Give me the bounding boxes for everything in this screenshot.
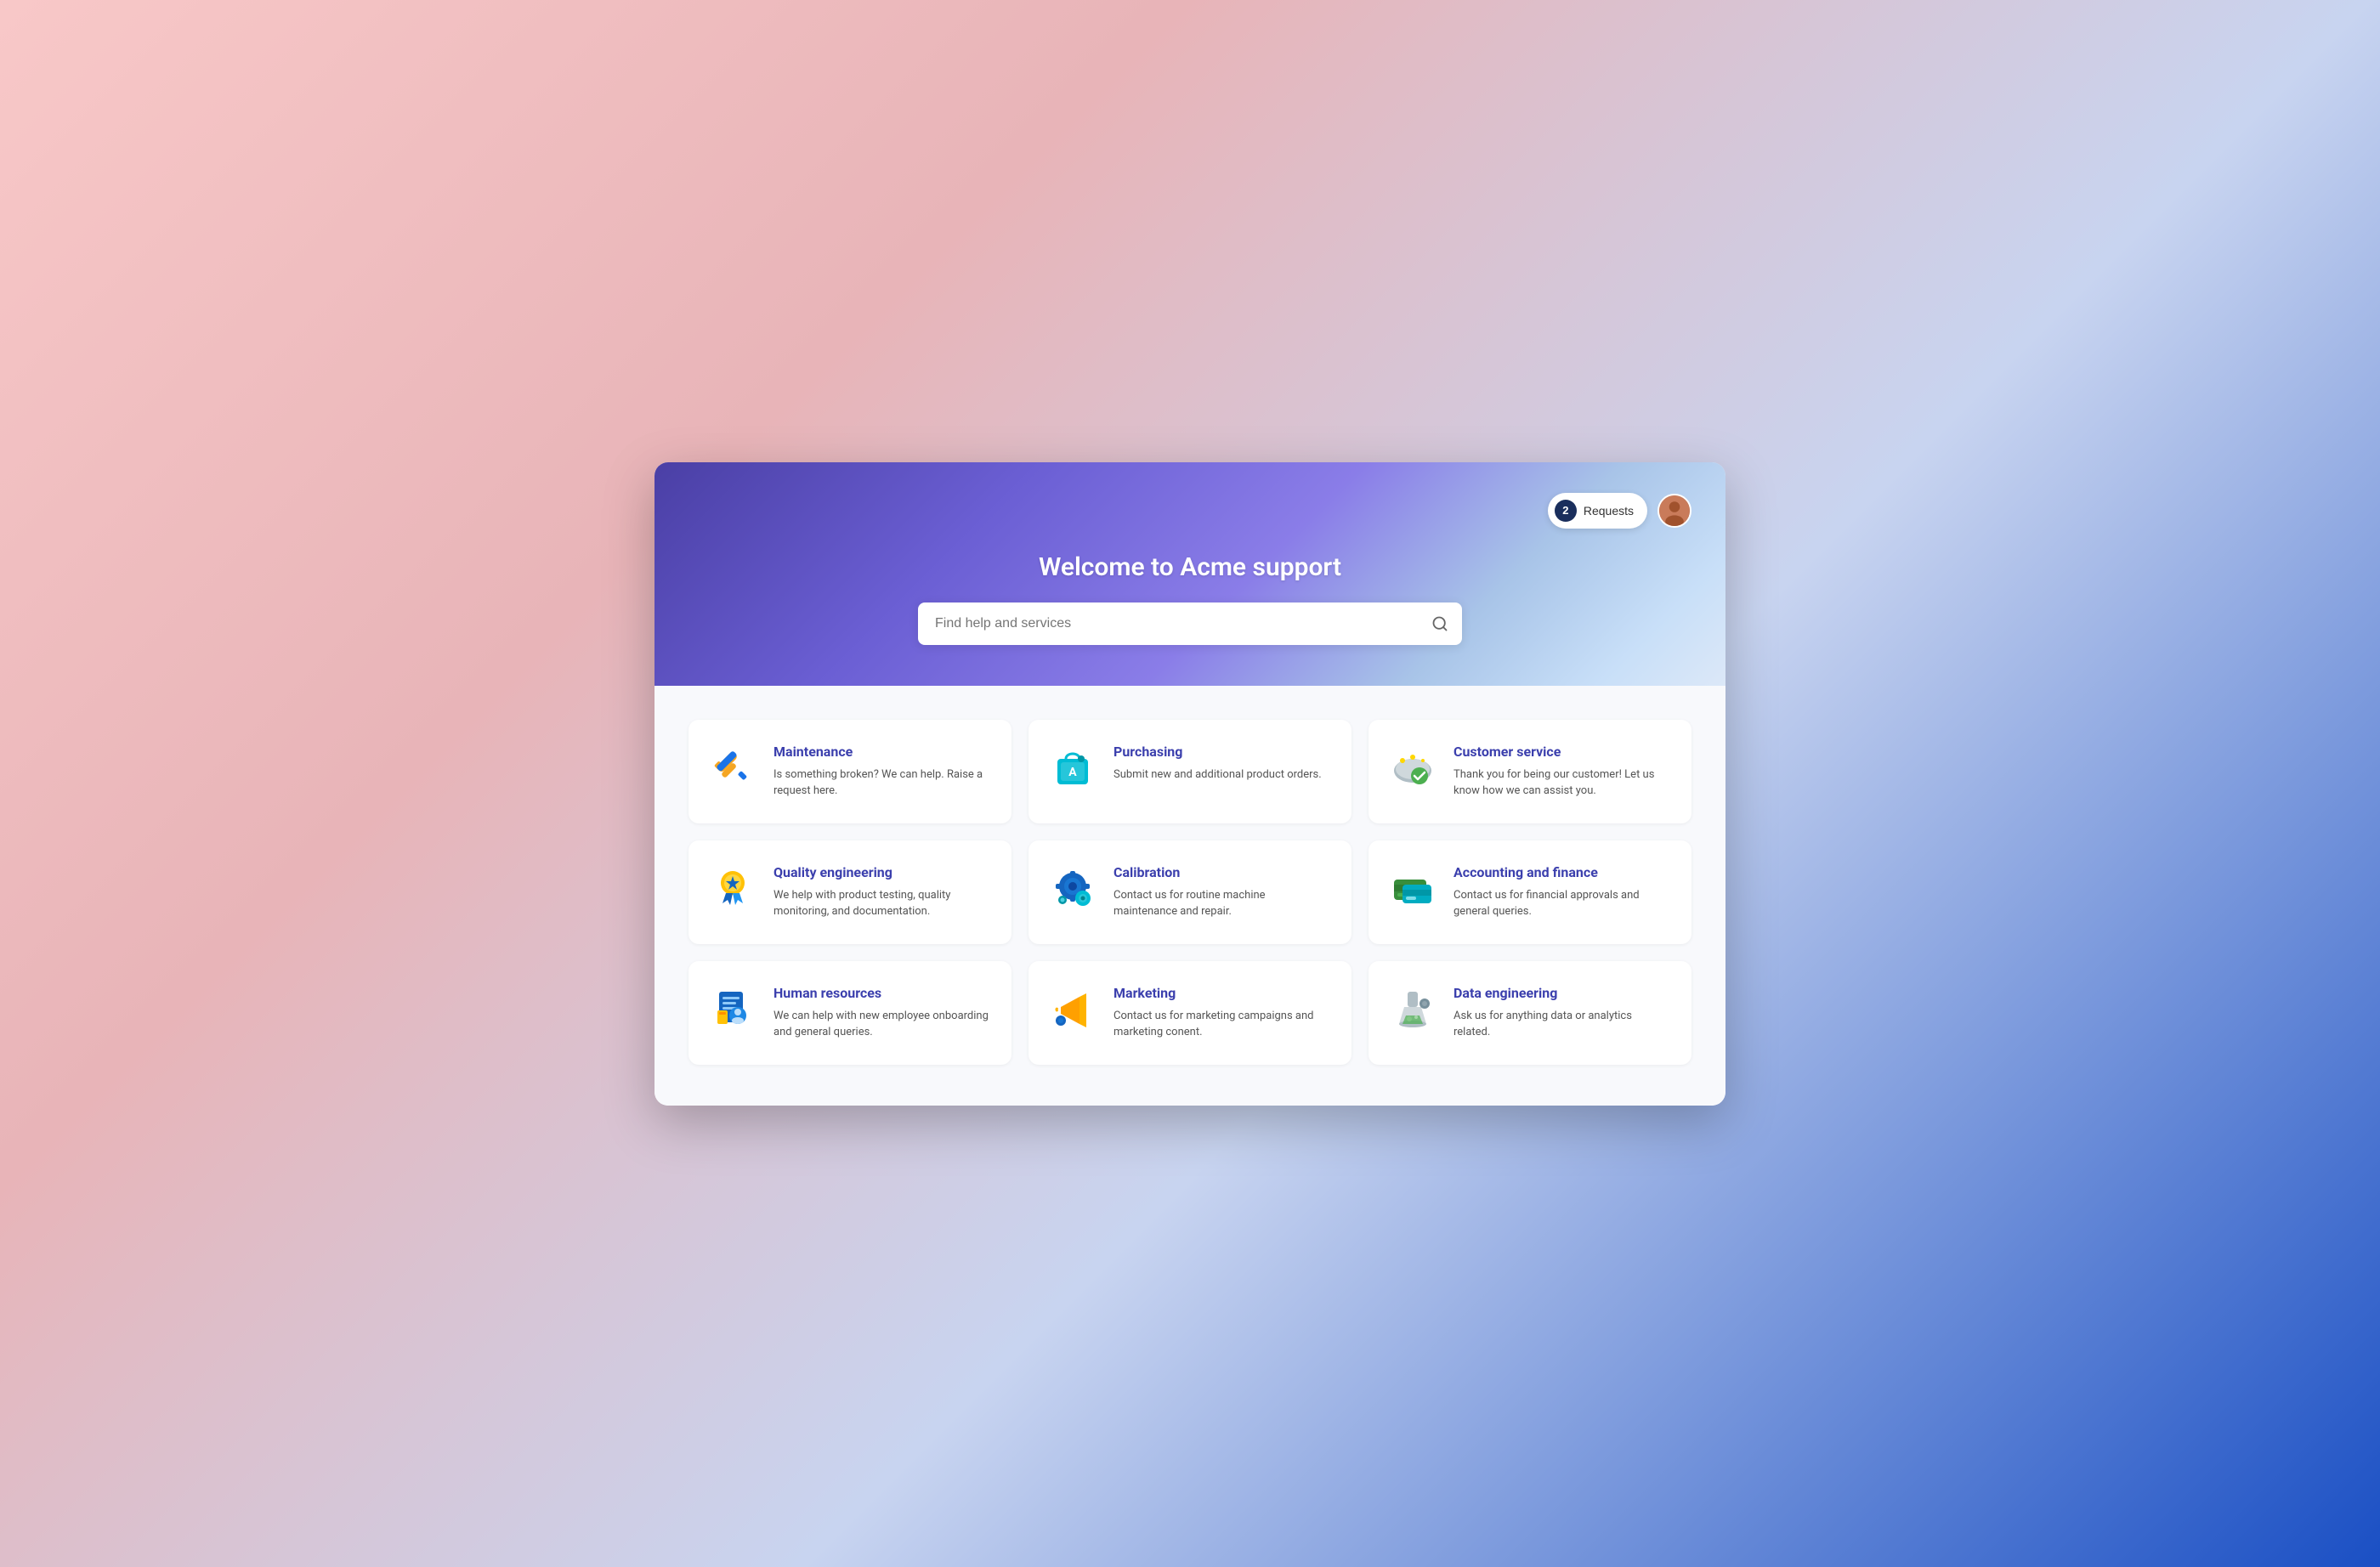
card-purchasing-desc: Submit new and additional product orders… <box>1114 767 1331 784</box>
card-accounting-finance-desc: Contact us for financial approvals and g… <box>1454 887 1671 920</box>
card-marketing-title: Marketing <box>1114 985 1331 1001</box>
accounting-icon <box>1389 864 1436 912</box>
card-calibration-content: Calibration Contact us for routine machi… <box>1114 864 1331 920</box>
hr-icon <box>709 985 756 1032</box>
requests-label: Requests <box>1584 504 1634 518</box>
data-engineering-icon <box>1389 985 1436 1032</box>
card-human-resources[interactable]: Human resources We can help with new emp… <box>688 961 1012 1065</box>
card-marketing-content: Marketing Contact us for marketing campa… <box>1114 985 1331 1041</box>
search-icon <box>1431 615 1448 632</box>
card-customer-service-desc: Thank you for being our customer! Let us… <box>1454 767 1671 800</box>
purchasing-icon: A <box>1049 744 1096 791</box>
svg-text:A: A <box>1068 766 1077 779</box>
requests-button[interactable]: 2 Requests <box>1548 493 1647 529</box>
search-button[interactable] <box>1431 615 1448 632</box>
card-customer-service-title: Customer service <box>1454 744 1671 760</box>
card-quality-engineering-title: Quality engineering <box>774 864 991 880</box>
header: 2 Requests Welcome to Acme support <box>654 462 1726 686</box>
card-quality-engineering-content: Quality engineering We help with product… <box>774 864 991 920</box>
page-title: Welcome to Acme support <box>688 552 1692 582</box>
cards-grid: Maintenance Is something broken? We can … <box>688 720 1692 1065</box>
card-marketing[interactable]: Marketing Contact us for marketing campa… <box>1028 961 1352 1065</box>
card-accounting-finance-content: Accounting and finance Contact us for fi… <box>1454 864 1671 920</box>
card-maintenance-desc: Is something broken? We can help. Raise … <box>774 767 991 800</box>
app-window: 2 Requests Welcome to Acme support <box>654 462 1726 1106</box>
card-purchasing-content: Purchasing Submit new and additional pro… <box>1114 744 1331 784</box>
card-human-resources-title: Human resources <box>774 985 991 1001</box>
card-purchasing[interactable]: A Purchasing Submit new and additional p… <box>1028 720 1352 823</box>
avatar[interactable] <box>1658 494 1692 528</box>
card-maintenance-title: Maintenance <box>774 744 991 760</box>
search-container <box>918 602 1462 645</box>
card-purchasing-title: Purchasing <box>1114 744 1331 760</box>
main-content: Maintenance Is something broken? We can … <box>654 686 1726 1106</box>
card-data-engineering-title: Data engineering <box>1454 985 1671 1001</box>
customer-service-icon <box>1389 744 1436 791</box>
calibration-icon <box>1049 864 1096 912</box>
card-data-engineering-content: Data engineering Ask us for anything dat… <box>1454 985 1671 1041</box>
maintenance-icon <box>709 744 756 791</box>
card-customer-service-content: Customer service Thank you for being our… <box>1454 744 1671 800</box>
card-customer-service[interactable]: Customer service Thank you for being our… <box>1368 720 1692 823</box>
card-human-resources-desc: We can help with new employee onboarding… <box>774 1008 991 1041</box>
card-data-engineering-desc: Ask us for anything data or analytics re… <box>1454 1008 1671 1041</box>
header-top: 2 Requests <box>688 493 1692 529</box>
quality-engineering-icon <box>709 864 756 912</box>
card-calibration-title: Calibration <box>1114 864 1331 880</box>
requests-badge: 2 <box>1555 500 1577 522</box>
card-calibration[interactable]: Calibration Contact us for routine machi… <box>1028 840 1352 944</box>
card-maintenance[interactable]: Maintenance Is something broken? We can … <box>688 720 1012 823</box>
marketing-icon <box>1049 985 1096 1032</box>
card-accounting-finance-title: Accounting and finance <box>1454 864 1671 880</box>
search-input[interactable] <box>918 602 1462 645</box>
card-human-resources-content: Human resources We can help with new emp… <box>774 985 991 1041</box>
card-marketing-desc: Contact us for marketing campaigns and m… <box>1114 1008 1331 1041</box>
card-accounting-finance[interactable]: Accounting and finance Contact us for fi… <box>1368 840 1692 944</box>
card-data-engineering[interactable]: Data engineering Ask us for anything dat… <box>1368 961 1692 1065</box>
card-calibration-desc: Contact us for routine machine maintenan… <box>1114 887 1331 920</box>
card-quality-engineering[interactable]: Quality engineering We help with product… <box>688 840 1012 944</box>
card-maintenance-content: Maintenance Is something broken? We can … <box>774 744 991 800</box>
card-quality-engineering-desc: We help with product testing, quality mo… <box>774 887 991 920</box>
